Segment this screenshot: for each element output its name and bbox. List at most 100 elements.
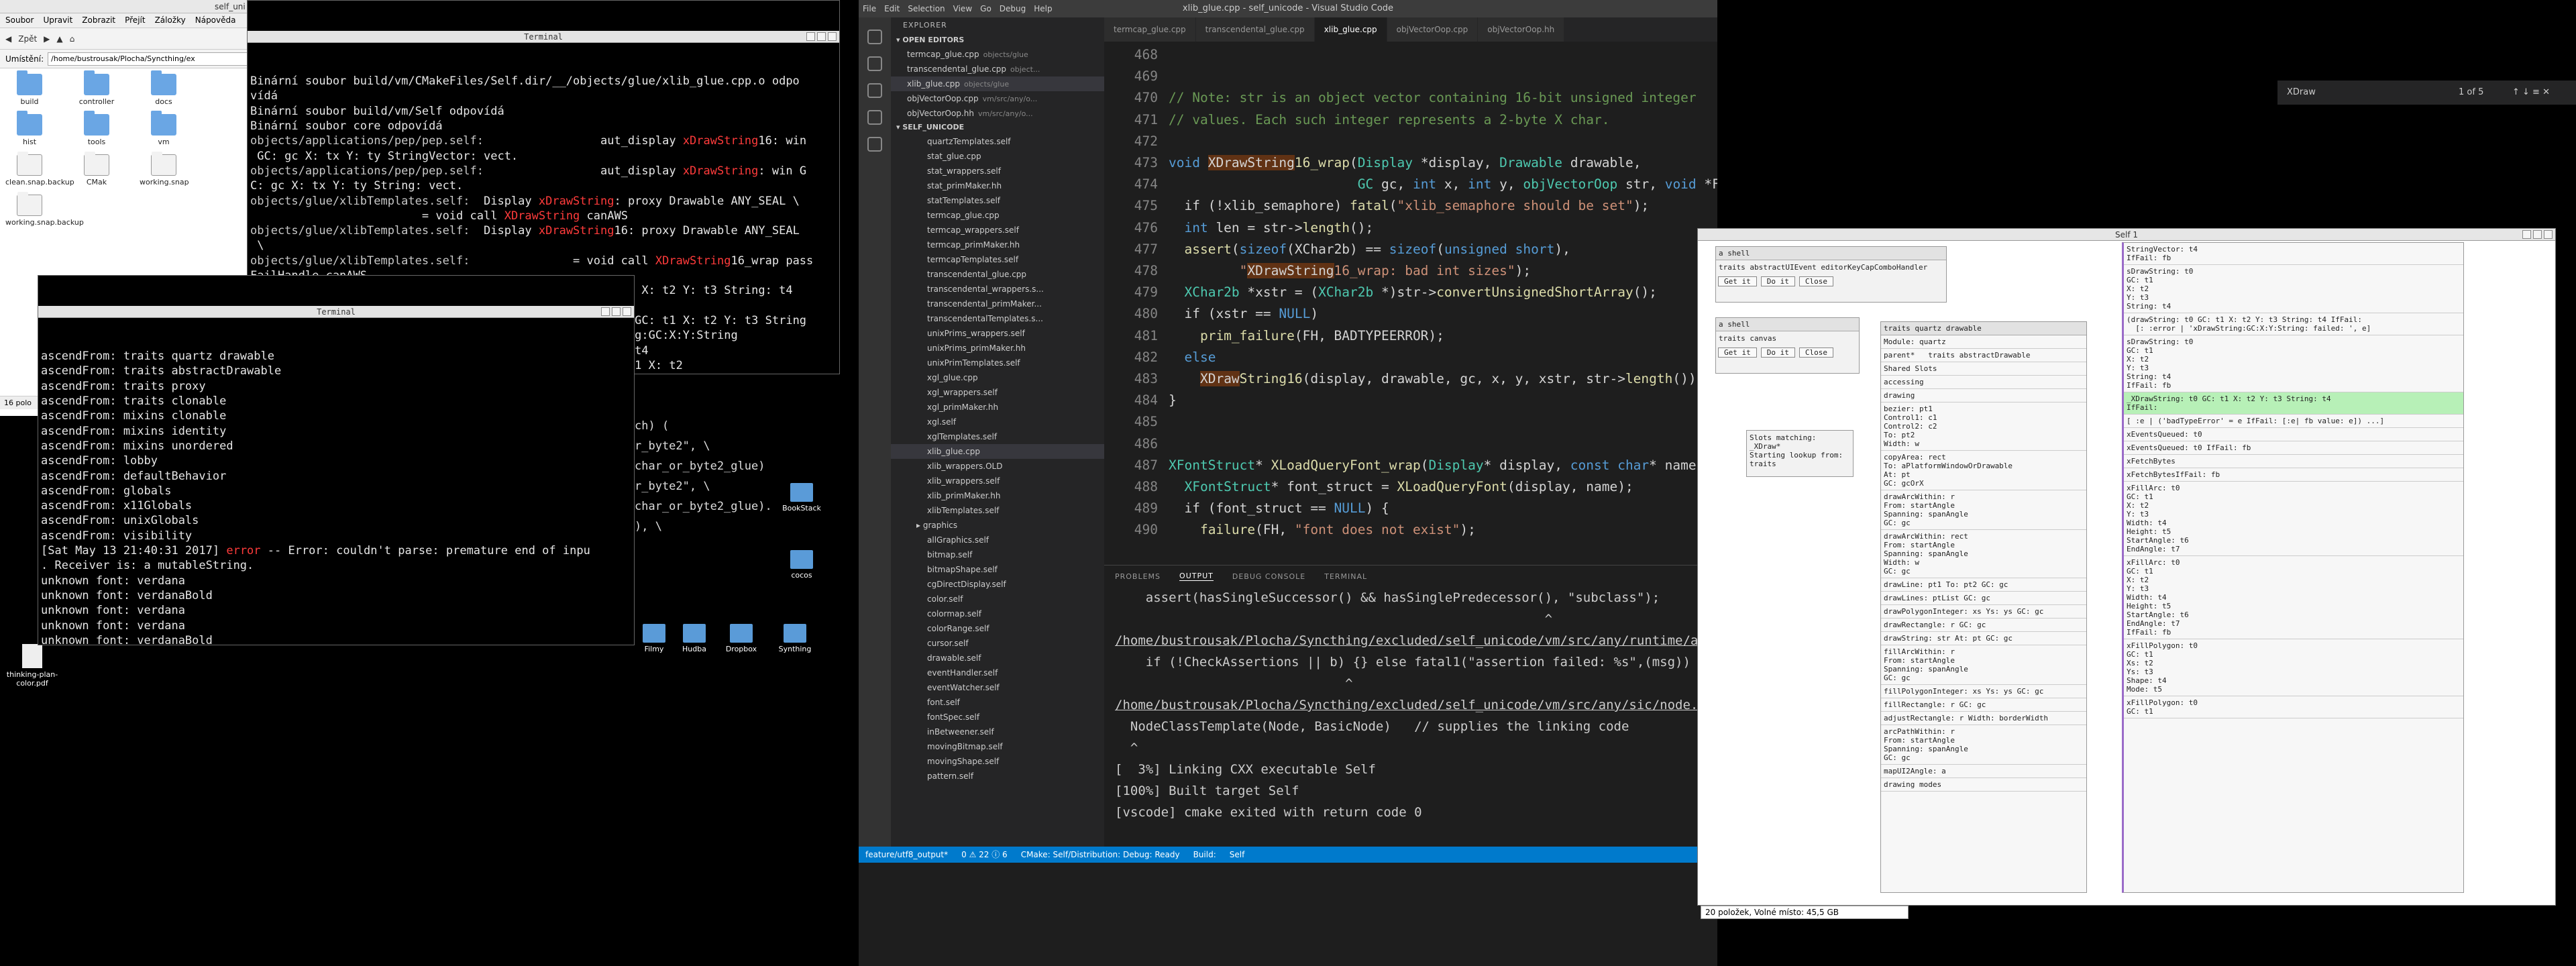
maximize-icon[interactable] <box>2533 230 2542 239</box>
tree-file-item[interactable]: bitmapShape.self <box>891 562 1104 577</box>
vscode-menu-item[interactable]: Debug <box>1000 4 1026 13</box>
method-slot[interactable]: xFillArc: t0 GC: t1 X: t2 Y: t3 Width: t… <box>2124 556 2463 639</box>
code-line[interactable]: prim_failure(FH, BADTYPEERROR); <box>1169 325 1444 347</box>
file-icon-item[interactable]: controller <box>72 70 121 106</box>
code-line[interactable]: XFontStruct* XLoadQueryFont_wrap(Display… <box>1169 455 1717 476</box>
tree-file-item[interactable]: cgDirectDisplay.self <box>891 577 1104 592</box>
debug-icon[interactable] <box>867 110 882 125</box>
tree-file-item[interactable]: bitmap.self <box>891 547 1104 562</box>
menu-item-1[interactable]: Upravit <box>43 15 72 25</box>
code-line[interactable]: failure(FH, "font does not exist"); <box>1169 519 1476 541</box>
tree-file-item[interactable]: colorRange.self <box>891 621 1104 636</box>
self-world-window[interactable]: Self 1 a shell traits abstractUIEvent ed… <box>1697 228 2556 906</box>
desktop-file[interactable]: thinking-plan-color.pdf <box>5 644 59 688</box>
tab-termcap-glue-cpp[interactable]: termcap_glue.cpp <box>1104 17 1196 42</box>
tree-file-item[interactable]: xlib_wrappers.self <box>891 474 1104 488</box>
vscode-menu-item[interactable]: Help <box>1034 4 1052 13</box>
open-editor-item[interactable]: transcendental_glue.cpp object... <box>891 62 1104 76</box>
tree-file-item[interactable]: statTemplates.self <box>891 193 1104 208</box>
method-slot[interactable]: xEventsQueued: t0 <box>2124 428 2463 441</box>
home-icon[interactable]: ⌂ <box>70 34 75 44</box>
tree-file-item[interactable]: fontSpec.self <box>891 710 1104 724</box>
outliner-slot[interactable]: fillPolygonInteger: xs Ys: ys GC: gc <box>1881 685 2086 698</box>
tree-file-item[interactable]: stat_primMaker.hh <box>891 178 1104 193</box>
outliner-slot[interactable]: drawLines: ptList GC: gc <box>1881 592 2086 605</box>
method-slot[interactable]: xFetchBytes <box>2124 455 2463 468</box>
tree-file-item[interactable]: xlibTemplates.self <box>891 503 1104 518</box>
forward-icon[interactable]: ▶ <box>44 34 50 44</box>
code-editor[interactable]: 468 469 470 // Note: str is an object vecto… <box>1104 42 1717 565</box>
shell-button[interactable]: Do it <box>1760 276 1795 286</box>
panel-tab-output[interactable]: OUTPUT <box>1179 572 1214 581</box>
outliner-slot[interactable]: drawString: str At: pt GC: gc <box>1881 632 2086 645</box>
code-line[interactable]: if (!xlib_semaphore) fatal("xlib_semapho… <box>1169 195 1649 217</box>
file-icon-item[interactable]: tools <box>72 111 121 146</box>
back-button[interactable]: Zpět <box>18 34 37 44</box>
code-line[interactable]: if (xstr == NULL) <box>1169 303 1318 325</box>
tree-file-item[interactable]: allGraphics.self <box>891 533 1104 547</box>
parent-value[interactable]: traits abstractDrawable <box>1928 351 2030 360</box>
tree-file-item[interactable]: stat_wrappers.self <box>891 164 1104 178</box>
tree-file-item[interactable]: xgl_glue.cpp <box>891 370 1104 385</box>
project-header[interactable]: ▾ SELF_UNICODE <box>891 121 1104 134</box>
source-control-icon[interactable] <box>867 83 882 98</box>
minimize-icon[interactable] <box>806 32 815 41</box>
tree-file-item[interactable]: colormap.self <box>891 606 1104 621</box>
tree-file-item[interactable]: unixPrims_wrappers.self <box>891 326 1104 341</box>
tree-file-item[interactable]: xlib_glue.cpp <box>891 444 1104 459</box>
code-line[interactable]: if (font_struct == NULL) { <box>1169 498 1389 519</box>
tree-file-item[interactable]: xgl.self <box>891 415 1104 429</box>
minimize-icon[interactable] <box>2522 230 2531 239</box>
outliner-slot[interactable]: bezier: pt1 Control1: c1 Control2: c2 To… <box>1881 402 2086 451</box>
back-icon[interactable]: ◀ <box>5 34 11 44</box>
tree-file-item[interactable]: unixPrims_primMaker.hh <box>891 341 1104 356</box>
tab-transcendental-glue-cpp[interactable]: transcendental_glue.cpp <box>1195 17 1315 42</box>
method-slot[interactable]: sDrawString: t0 GC: t1 X: t2 Y: t3 Strin… <box>2124 265 2463 313</box>
maximize-icon[interactable] <box>817 32 826 41</box>
slots-matching-morph[interactable]: Slots matching: _XDraw* Starting lookup fr… <box>1746 430 1854 477</box>
extensions-icon[interactable] <box>867 137 882 152</box>
code-line[interactable]: int len = str->length(); <box>1169 217 1373 239</box>
method-slot[interactable]: _XDrawString: t0 GC: t1 X: t2 Y: t3 Stri… <box>2124 392 2463 415</box>
tab-objvectoroop-hh[interactable]: objVectorOop.hh <box>1478 17 1565 42</box>
tree-file-item[interactable]: movingShape.self <box>891 754 1104 769</box>
outliner-category[interactable]: drawing <box>1881 389 2086 402</box>
tree-file-item[interactable]: stat_glue.cpp <box>891 149 1104 164</box>
vscode-menu-item[interactable]: File <box>863 4 876 13</box>
code-line[interactable]: void XDrawString16_wrap(Display *display… <box>1169 152 1641 174</box>
shell-button[interactable]: Do it <box>1760 347 1795 358</box>
menu-item-0[interactable]: Soubor <box>5 15 34 25</box>
code-line[interactable]: } <box>1169 390 1177 411</box>
tree-file-item[interactable]: transcendental_primMaker... <box>891 297 1104 311</box>
output-panel[interactable]: assert(hasSingleSuccessor() && hasSingle… <box>1104 587 1721 823</box>
status-item[interactable]: 0 ⚠ 22 ⓘ 6 <box>961 847 1008 863</box>
method-slot[interactable]: xFetchBytesIfFail: fb <box>2124 468 2463 482</box>
shell-button[interactable]: Get it <box>1718 276 1757 286</box>
outliner-slot[interactable]: drawArcWithin: rect From: startAngle Spa… <box>1881 530 2086 578</box>
code-line[interactable]: else <box>1169 347 1216 368</box>
shell-button[interactable]: Get it <box>1718 347 1757 358</box>
outliner-slot[interactable]: fillArcWithin: r From: startAngle Spanni… <box>1881 645 2086 685</box>
tree-file-item[interactable]: transcendentalTemplates.s... <box>891 311 1104 326</box>
shell-morph-2[interactable]: a shell traits canvas Get it Do it Close <box>1715 317 1860 374</box>
outliner-slot[interactable]: drawArcWithin: r From: startAngle Spanni… <box>1881 490 2086 530</box>
status-item[interactable]: CMake: Self/Distribution: Debug: Ready <box>1021 847 1180 863</box>
open-editor-item[interactable]: objVectorOop.hh vm/src/any/o... <box>891 106 1104 121</box>
outliner-slot[interactable]: arcPathWithin: r From: startAngle Spanni… <box>1881 725 2086 765</box>
code-line[interactable]: XFontStruct* font_struct = XLoadQueryFon… <box>1169 476 1633 498</box>
code-line[interactable]: // Note: str is an object vector contain… <box>1169 87 1697 109</box>
close-icon[interactable] <box>623 307 631 316</box>
file-icon-item[interactable]: vm <box>140 111 188 146</box>
up-icon[interactable]: ▲ <box>56 34 62 44</box>
desktop-icon[interactable]: Hudba <box>671 624 718 653</box>
panel-tab-terminal[interactable]: TERMINAL <box>1324 572 1367 581</box>
minimize-icon[interactable] <box>601 307 610 316</box>
tree-file-item[interactable]: termcap_glue.cpp <box>891 208 1104 223</box>
tree-file-item[interactable]: font.self <box>891 695 1104 710</box>
open-editors-header[interactable]: ▾ OPEN EDITORS <box>891 34 1104 47</box>
location-input[interactable]: /home/bustrousak/Plocha/Syncthing/ex <box>48 52 259 66</box>
outliner-slot[interactable]: mapUI2Angle: a <box>1881 765 2086 778</box>
menu-item-4[interactable]: Záložky <box>155 15 186 25</box>
file-icon-item[interactable]: docs <box>140 70 188 106</box>
tree-file-item[interactable]: eventHandler.self <box>891 665 1104 680</box>
